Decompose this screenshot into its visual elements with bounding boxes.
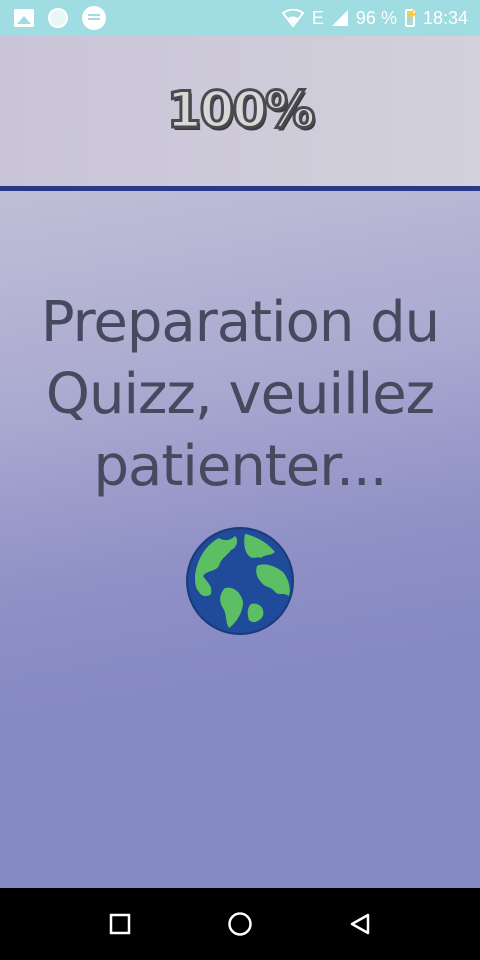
circle-icon (48, 8, 68, 28)
home-circle-icon (228, 912, 252, 936)
loading-message: Preparation du Quizz, veuillez patienter… (40, 290, 440, 499)
back-triangle-icon (350, 913, 370, 935)
system-icons: E 96 % 18:34 (281, 7, 468, 29)
globe-icon (186, 527, 294, 635)
recents-square-icon (109, 913, 131, 935)
battery-percent: 96 % (355, 7, 397, 28)
image-icon (14, 9, 34, 27)
loading-screen: Preparation du Quizz, veuillez patienter… (0, 191, 480, 888)
network-type-label: E (311, 7, 324, 28)
message-icon (82, 6, 106, 30)
notification-icons (14, 6, 106, 30)
status-bar: E 96 % 18:34 (0, 0, 480, 36)
progress-header: 100% (0, 36, 480, 186)
clock: 18:34 (422, 7, 468, 28)
home-button[interactable] (220, 904, 260, 944)
wifi-icon (281, 9, 304, 27)
signal-icon (331, 10, 348, 26)
recents-button[interactable] (100, 904, 140, 944)
battery-icon (404, 8, 419, 27)
navigation-bar (0, 888, 480, 960)
back-button[interactable] (340, 904, 380, 944)
progress-percent-label: 100% (165, 80, 316, 141)
